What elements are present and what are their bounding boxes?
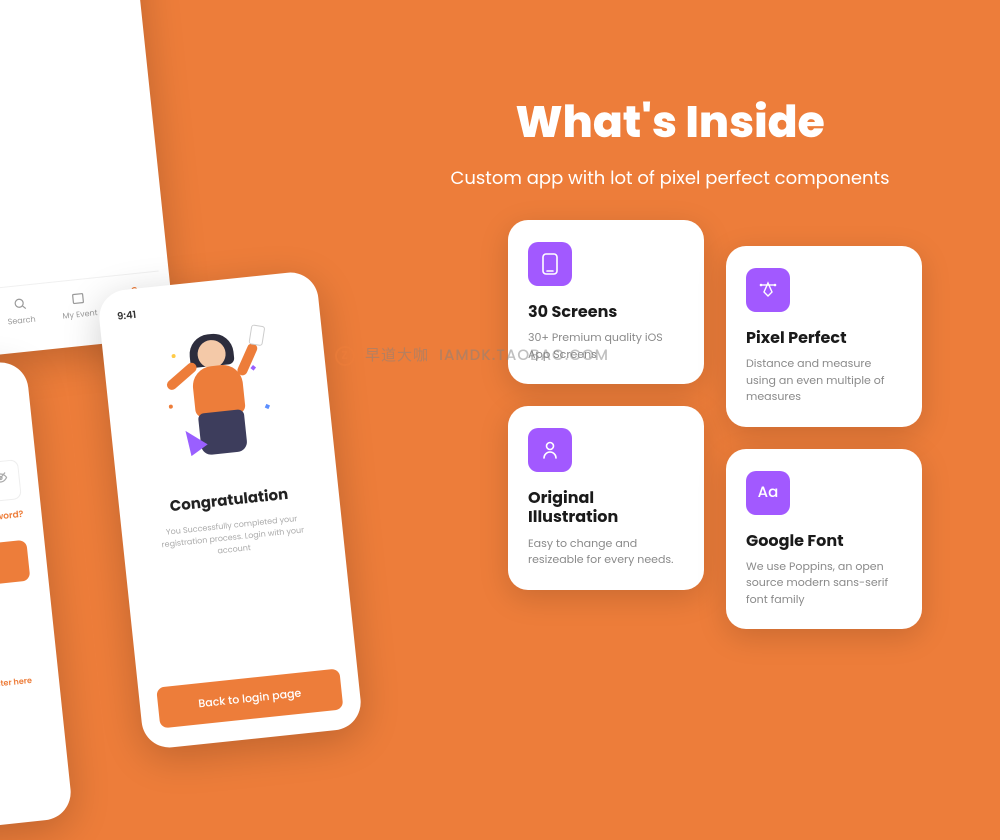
header-section: What's Inside Custom app with lot of pix… — [400, 90, 940, 192]
font-icon: Aa — [746, 471, 790, 515]
phone-mockup-congrats: 9:41 Congratulation You Successfully com… — [97, 270, 364, 750]
nav-myevent[interactable]: My Event — [60, 288, 98, 323]
watermark: Z 早道大咖 IAMDK.TAOBAO.COM — [335, 344, 609, 367]
nav-search[interactable]: Search — [5, 295, 36, 329]
pixel-card: Pixel Perfect Distance and measure using… — [726, 246, 922, 427]
nav-search-label: Search — [7, 314, 36, 329]
watermark-text1: 早道大咖 — [365, 344, 429, 367]
pen-icon — [746, 268, 790, 312]
screens-title: 30 Screens — [528, 302, 684, 321]
illustration-card: Original Illustration Easy to change and… — [508, 406, 704, 589]
congrats-desc: You Successfully completed your registra… — [140, 510, 327, 565]
page-title: What's Inside — [400, 90, 940, 155]
back-to-login-button[interactable]: Back to login page — [156, 668, 343, 728]
illustration-title: Original Illustration — [528, 488, 684, 526]
register-prompt: You dont have an account? Register here — [0, 674, 42, 705]
pixel-title: Pixel Perfect — [746, 328, 902, 347]
eye-hidden-icon[interactable] — [0, 470, 10, 492]
pixel-desc: Distance and measure using an even multi… — [746, 355, 902, 405]
watermark-text2: IAMDK.TAOBAO.COM — [439, 344, 609, 367]
calendar-icon — [70, 289, 88, 307]
nav-myevent-label: My Event — [62, 307, 98, 323]
login-button[interactable]: Login — [0, 540, 30, 600]
illustration-desc: Easy to change and resizeable for every … — [528, 535, 684, 568]
font-desc: We use Poppins, an open source modern sa… — [746, 558, 902, 608]
search-icon — [11, 295, 29, 313]
person-icon — [528, 428, 572, 472]
phone-mockup-login: Forgot Password? Login Or login using G … — [0, 360, 73, 840]
phone-icon — [528, 242, 572, 286]
page-subtitle: Custom app with lot of pixel perfect com… — [400, 165, 940, 192]
social-buttons: G — [0, 620, 38, 675]
forgot-password-link[interactable]: Forgot Password? — [0, 509, 24, 541]
watermark-badge: Z — [335, 346, 355, 366]
font-title: Google Font — [746, 531, 902, 550]
font-card: Aa Google Font We use Poppins, an open s… — [726, 449, 922, 630]
logout-link[interactable]: Log out — [0, 0, 142, 42]
register-link[interactable]: Register here — [0, 675, 32, 692]
celebration-illustration — [119, 315, 317, 473]
